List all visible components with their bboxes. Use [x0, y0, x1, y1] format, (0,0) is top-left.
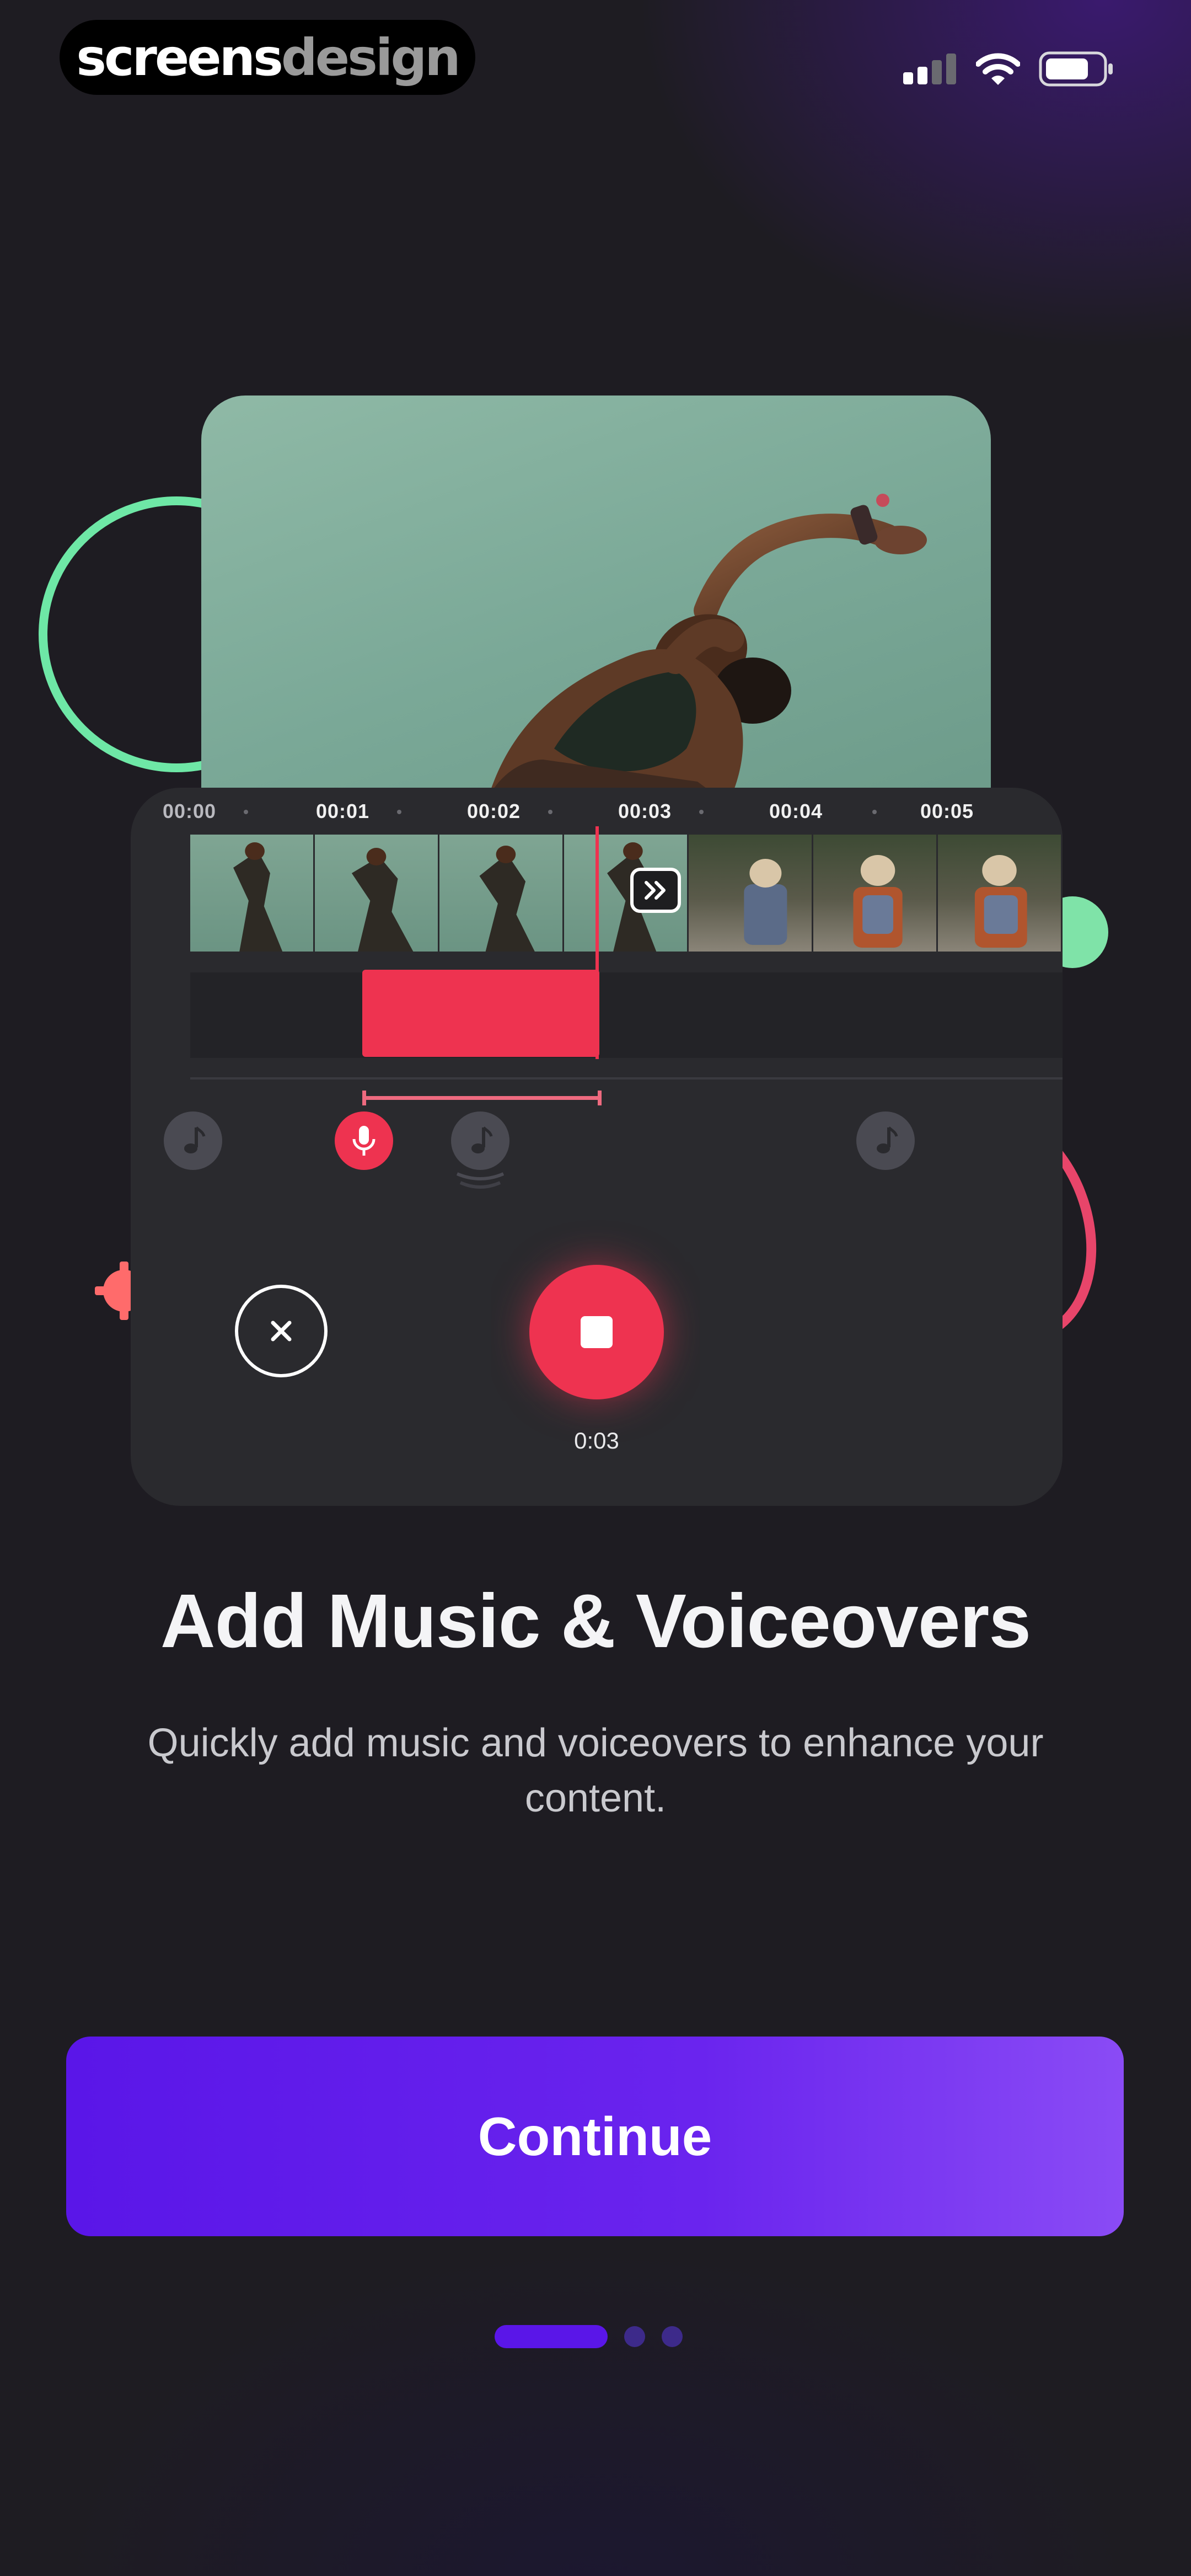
timeline-tick: 00:04	[769, 800, 823, 822]
page-indicator	[495, 2324, 683, 2349]
timeline-tick-dot	[872, 810, 877, 814]
double-chevron-right-icon	[645, 881, 666, 900]
timeline-tick-dot	[397, 810, 401, 814]
timeline-tick-dot	[699, 810, 704, 814]
music-track-button[interactable]	[451, 1111, 509, 1170]
recording-duration: 0:03	[574, 1428, 619, 1453]
playhead[interactable]	[596, 826, 599, 1059]
music-note-icon	[877, 1126, 898, 1153]
clip-thumbnail	[938, 835, 1063, 952]
clip-thumbnail	[689, 835, 813, 952]
voiceover-range-end	[598, 1091, 602, 1105]
timeline-tick: 00:01	[316, 800, 370, 822]
voiceover-clip[interactable]	[362, 970, 599, 1057]
clip-thumbnail	[813, 835, 938, 952]
music-track-button[interactable]	[164, 1111, 222, 1170]
status-bar	[902, 44, 1114, 94]
page-title: Add Music & Voiceovers	[160, 1579, 1031, 1664]
music-track-button[interactable]	[856, 1111, 915, 1170]
brand-logo-part1: screens	[76, 28, 283, 87]
signal-icon	[903, 54, 956, 84]
transition-button[interactable]	[630, 868, 681, 913]
editor-panel: 00:00 00:01 00:02 00:03 00:04 00:05 0:03	[131, 788, 1063, 1506]
battery-icon	[1039, 51, 1113, 87]
close-icon	[271, 1321, 292, 1342]
brand-logo: screens design	[60, 20, 475, 95]
page-dot	[624, 2326, 645, 2347]
stop-icon	[581, 1316, 613, 1348]
page-subtitle: Quickly add music and voiceovers to enha…	[147, 1721, 1044, 1820]
track-divider	[190, 1077, 1063, 1079]
clip-thumbnail	[315, 835, 439, 952]
cancel-recording-button[interactable]	[235, 1285, 328, 1377]
page-dot-active	[495, 2325, 608, 2348]
timeline-tick: 00:03	[618, 800, 672, 822]
clip-thumbnail	[439, 835, 564, 952]
music-note-icon	[471, 1126, 493, 1153]
timeline-tick: 00:02	[467, 800, 521, 822]
voiceover-range-start	[362, 1091, 366, 1105]
dancer-illustration	[488, 494, 927, 798]
video-clip-strip[interactable]	[190, 835, 1063, 952]
timeline-tick: 00:00	[163, 800, 217, 822]
microphone-icon	[352, 1126, 375, 1156]
music-note-icon	[184, 1126, 206, 1153]
clip-thumbnail	[190, 835, 315, 952]
timeline-tick-dot	[548, 810, 552, 814]
continue-button[interactable]: Continue	[66, 2037, 1124, 2236]
wifi-icon	[976, 53, 1020, 85]
timeline-tick-dot	[244, 810, 248, 814]
stop-recording-button[interactable]	[529, 1265, 664, 1399]
stacked-tracks-indicator	[456, 1172, 505, 1189]
timeline-tick: 00:05	[920, 800, 974, 822]
preview-photo	[201, 396, 991, 798]
brand-logo-part2: design	[281, 28, 461, 87]
voiceover-track-button[interactable]	[335, 1111, 393, 1170]
audio-track-lane	[190, 972, 1063, 1058]
page-dot	[662, 2326, 683, 2347]
voiceover-range	[362, 1096, 600, 1100]
